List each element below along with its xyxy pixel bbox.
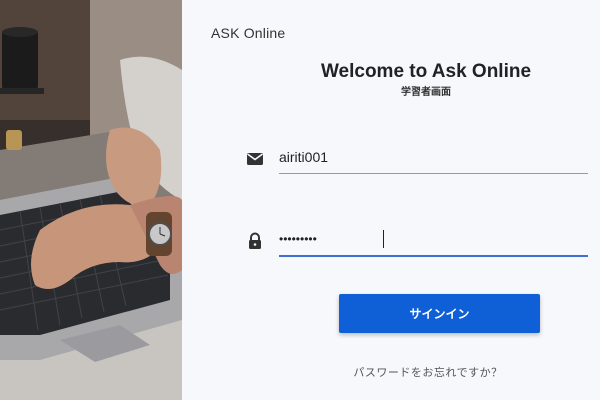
welcome-title: Welcome to Ask Online (320, 61, 532, 82)
text-caret (383, 230, 384, 248)
password-input[interactable] (279, 226, 579, 252)
envelope-icon (246, 150, 264, 168)
login-page: ASK Online Welcome to Ask Online 学習者画面 a… (0, 0, 600, 400)
welcome-header: Welcome to Ask Online 学習者画面 (182, 60, 600, 100)
password-field (246, 226, 588, 257)
email-input[interactable] (279, 144, 579, 170)
login-panel: ASK Online Welcome to Ask Online 学習者画面 a… (182, 0, 600, 400)
password-underline (279, 255, 588, 257)
signin-button[interactable]: サインイン (339, 294, 540, 333)
lock-icon (246, 232, 264, 250)
hero-image (0, 0, 182, 400)
email-underline (279, 173, 588, 174)
email-field (246, 144, 588, 174)
welcome-subtitle: 学習者画面 (401, 87, 451, 98)
forgot-password-link[interactable]: パスワードをお忘れですか？ (182, 364, 600, 380)
brand-name: ASK Online (211, 25, 286, 41)
